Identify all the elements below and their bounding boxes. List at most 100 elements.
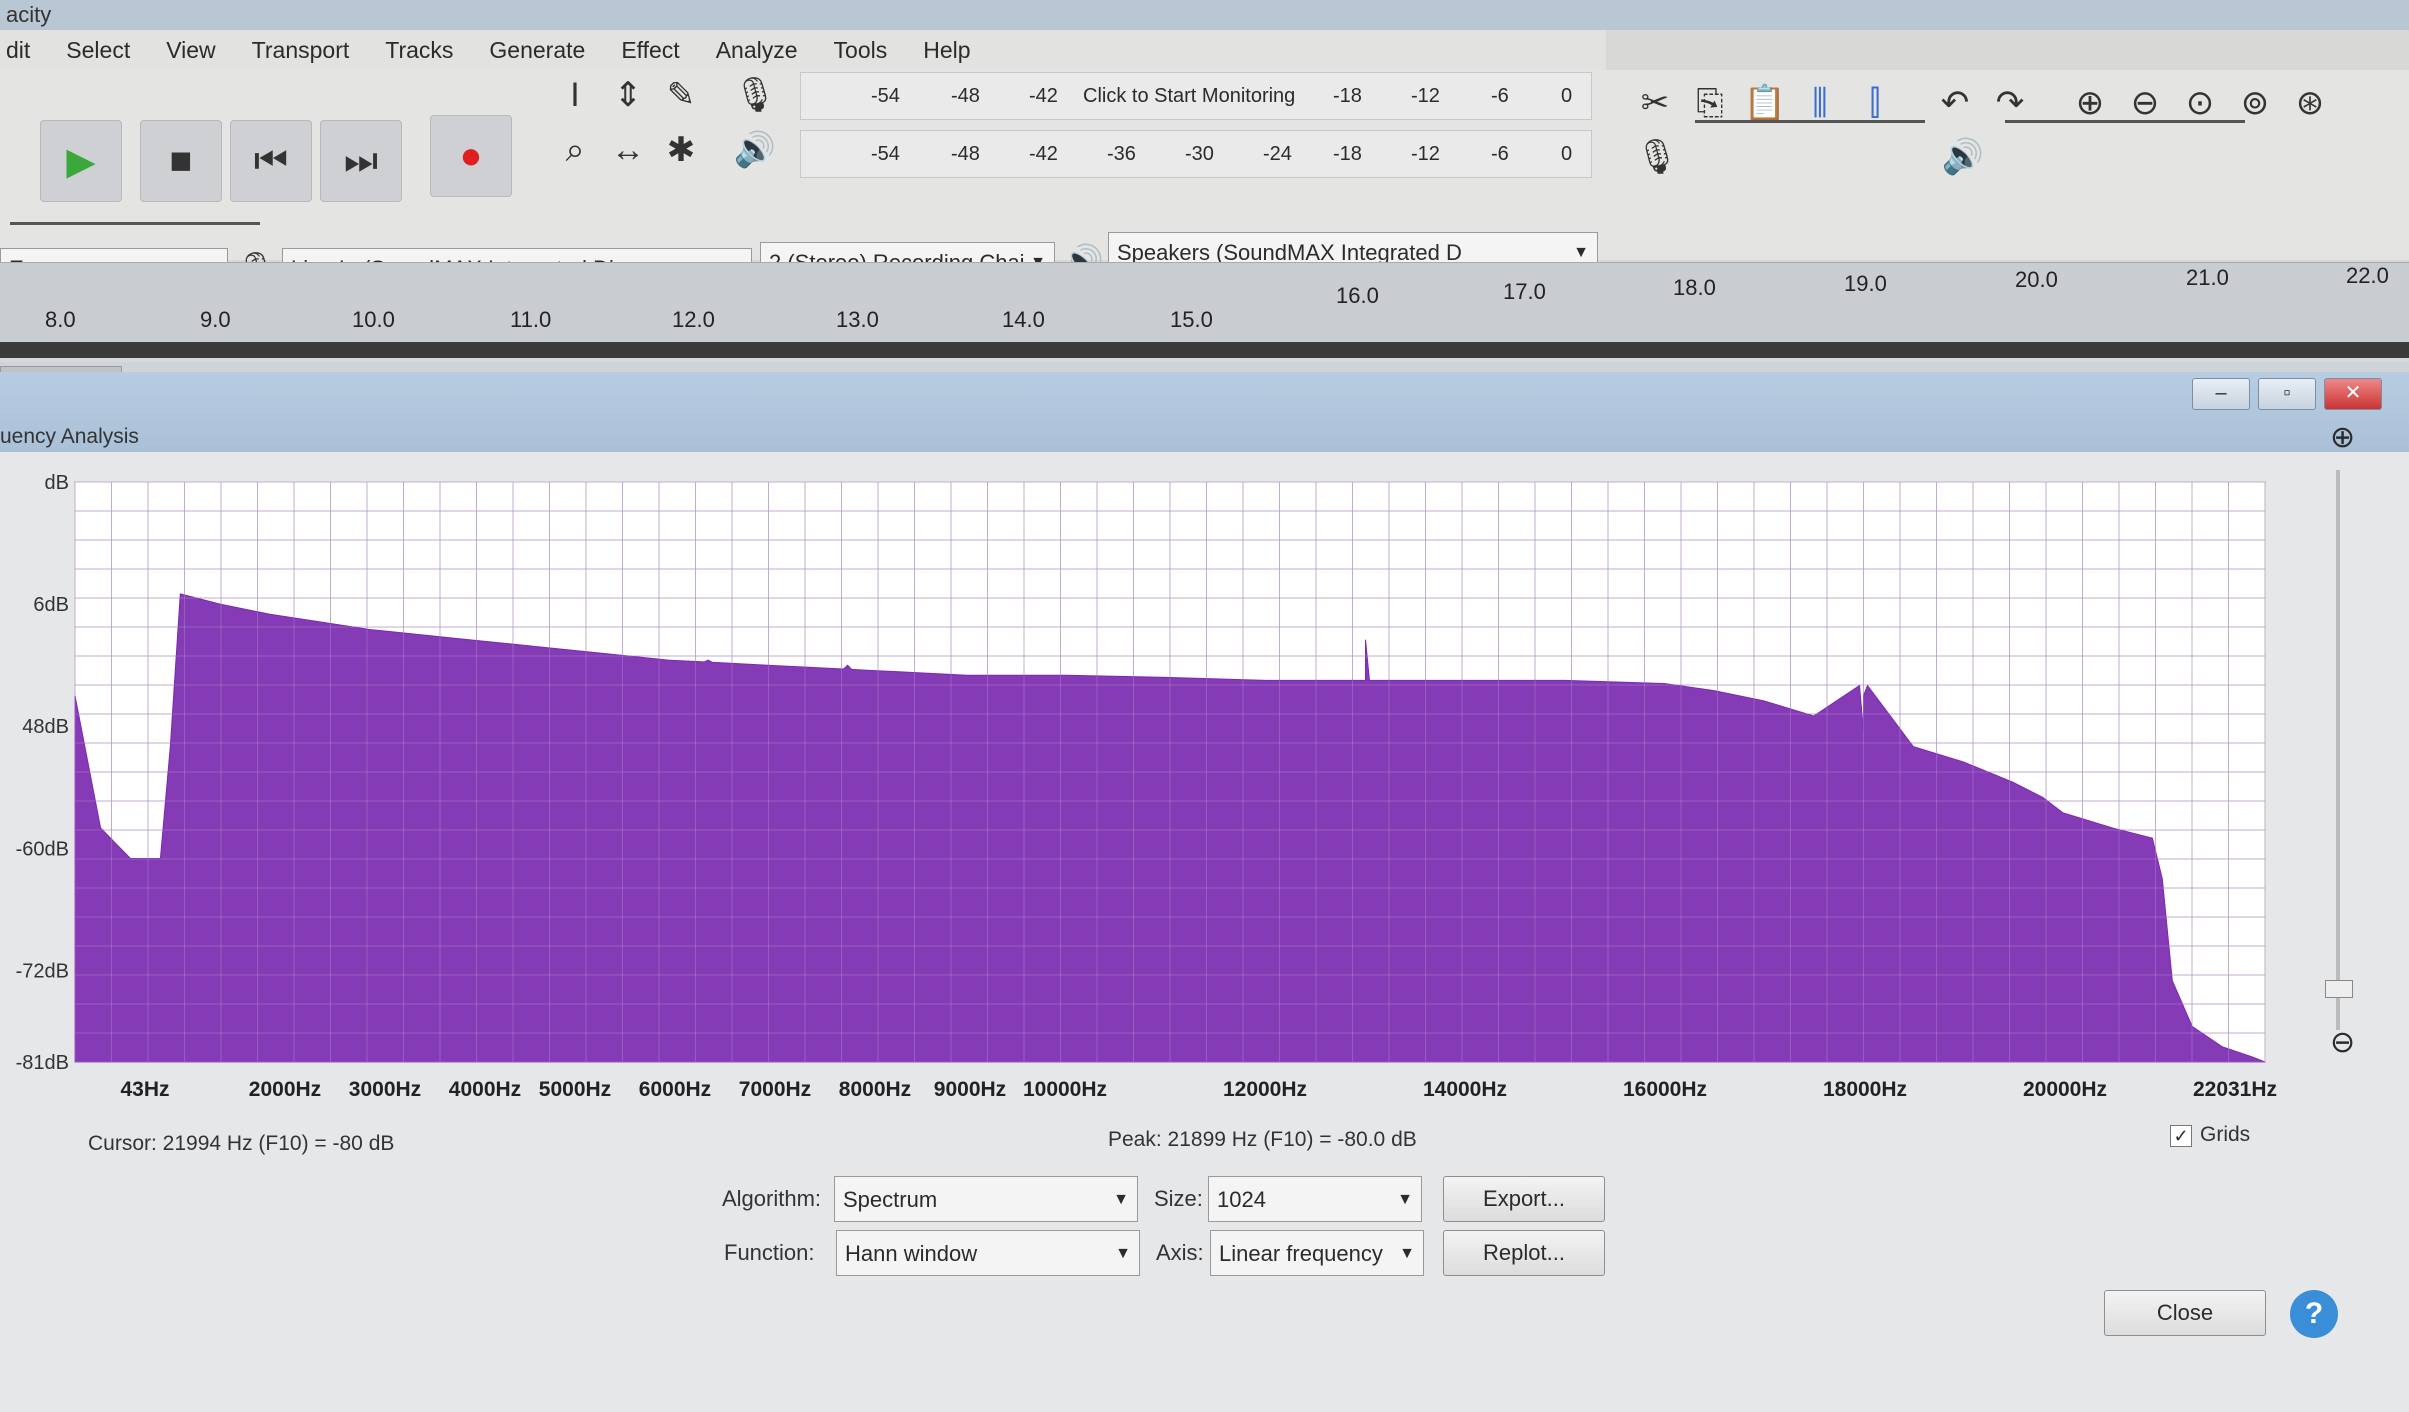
- playback-volume-speaker-icon: 🔊: [1941, 138, 1985, 176]
- close-button[interactable]: Close: [2104, 1290, 2266, 1336]
- ruler-tick: 17.0: [1503, 279, 1546, 304]
- menu-edit[interactable]: dit: [6, 30, 30, 70]
- pencil-icon: ✎: [666, 76, 696, 114]
- x-tick-label: 6000Hz: [639, 1078, 711, 1100]
- menu-analyze[interactable]: Analyze: [716, 30, 798, 70]
- record-button[interactable]: ●: [430, 115, 512, 197]
- play-button[interactable]: ▶: [40, 120, 122, 202]
- menu-effect[interactable]: Effect: [621, 30, 679, 70]
- replot-button[interactable]: Replot...: [1443, 1230, 1605, 1276]
- export-button[interactable]: Export...: [1443, 1176, 1605, 1222]
- microphone-icon[interactable]: 🎙: [730, 70, 780, 120]
- meter-tick: -12: [1411, 143, 1440, 165]
- stop-button[interactable]: ■: [140, 120, 222, 202]
- speaker-icon[interactable]: 🔊: [730, 125, 780, 175]
- playback-meter[interactable]: -54 -48 -42 -36 -30 -24 -18 -12 -6 0: [800, 130, 1592, 178]
- y-tick-label: dB: [45, 472, 69, 494]
- cut-icon[interactable]: ✂: [1630, 78, 1680, 128]
- ruler-tick: 16.0: [1336, 283, 1379, 308]
- x-tick-label: 12000Hz: [1223, 1078, 1307, 1100]
- zoom-toggle-icon[interactable]: ⊛: [2285, 78, 2335, 128]
- x-tick-label: 43Hz: [120, 1078, 169, 1100]
- grids-checkbox[interactable]: ✓: [2170, 1125, 2192, 1147]
- algorithm-select[interactable]: Spectrum ▼: [834, 1176, 1138, 1222]
- zoom-out-icon[interactable]: ⊖: [2330, 1025, 2355, 1060]
- grids-label: Grids: [2200, 1123, 2251, 1146]
- meter-tick: -24: [1263, 143, 1292, 165]
- playback-volume-slider[interactable]: [2005, 120, 2245, 123]
- skip-start-button[interactable]: ⏮: [230, 120, 312, 202]
- x-tick-label: 5000Hz: [539, 1078, 611, 1100]
- meter-tick: -6: [1491, 143, 1509, 165]
- envelope-tool[interactable]: ⇕: [603, 70, 653, 120]
- stop-icon: ■: [169, 139, 193, 182]
- ruler-tick: 15.0: [1170, 307, 1213, 332]
- zoom-tool[interactable]: ⌕: [550, 125, 600, 175]
- size-label: Size:: [1154, 1186, 1203, 1211]
- x-tick-label: 10000Hz: [1023, 1078, 1107, 1100]
- meter-tick: 0: [1561, 143, 1573, 165]
- timeshift-tool[interactable]: ↔: [603, 125, 653, 175]
- meter-tick: -54: [871, 85, 900, 107]
- menu-select[interactable]: Select: [66, 30, 130, 70]
- y-tick-label: -60dB: [16, 838, 69, 860]
- size-select[interactable]: 1024 ▼: [1208, 1176, 1422, 1222]
- multi-tool[interactable]: ✱: [656, 125, 706, 175]
- vertical-zoom-slider[interactable]: [2336, 470, 2340, 1030]
- meter-tick: -36: [1107, 143, 1136, 165]
- start-monitoring-label[interactable]: Click to Start Monitoring: [1083, 85, 1295, 108]
- selection-tool[interactable]: I: [550, 70, 600, 120]
- multi-tool-icon: ✱: [666, 131, 696, 169]
- draw-tool[interactable]: ✎: [656, 70, 706, 120]
- function-label: Function:: [724, 1240, 815, 1265]
- menu-transport[interactable]: Transport: [252, 30, 350, 70]
- undo-icon[interactable]: ↶: [1930, 78, 1980, 128]
- chevron-down-icon: ▼: [1113, 1191, 1129, 1208]
- x-tick-label: 4000Hz: [449, 1078, 521, 1100]
- x-tick-label: 18000Hz: [1823, 1078, 1907, 1100]
- x-tick-label: 16000Hz: [1623, 1078, 1707, 1100]
- x-tick-label: 7000Hz: [739, 1078, 811, 1100]
- timeshift-icon: ↔: [611, 130, 645, 169]
- track-scrollbar[interactable]: [0, 342, 2409, 358]
- timeline-ruler[interactable]: 8.0 9.0 10.0 11.0 12.0 13.0 14.0 15.0 16…: [0, 262, 2409, 343]
- ruler-tick: 9.0: [200, 307, 231, 332]
- skip-end-button[interactable]: ⏭: [320, 120, 402, 202]
- window-title: acity: [0, 0, 2409, 30]
- vertical-zoom-thumb[interactable]: [2325, 980, 2353, 998]
- zoom-in-icon[interactable]: ⊕: [2330, 420, 2355, 455]
- y-tick-label: 6dB: [33, 594, 69, 616]
- toolbar-area: ▶ ■ ⏮ ⏭ ● I ⇕ ✎ ⌕ ↔ ✱ 🎙 🔊 -54 -48 -42 Cl…: [0, 70, 2409, 289]
- record-icon: ●: [459, 134, 483, 177]
- ruler-tick: 21.0: [2186, 265, 2229, 290]
- skip-start-icon: ⏮: [253, 139, 289, 182]
- maximize-icon: ▫: [2283, 382, 2291, 404]
- minimize-button[interactable]: –: [2192, 378, 2250, 410]
- chevron-down-icon: ▼: [1115, 1245, 1131, 1262]
- playback-speed-slider[interactable]: [10, 222, 260, 225]
- ruler-tick: 8.0: [45, 307, 76, 332]
- menu-tracks[interactable]: Tracks: [385, 30, 453, 70]
- function-select[interactable]: Hann window ▼: [836, 1230, 1140, 1276]
- menu-tools[interactable]: Tools: [834, 30, 888, 70]
- size-value: 1024: [1217, 1187, 1266, 1212]
- ruler-tick: 19.0: [1844, 271, 1887, 296]
- menu-help[interactable]: Help: [923, 30, 970, 70]
- spectrum-plot[interactable]: dB 6dB 48dB -60dB -72dB -81dB 43Hz 2000Hz 3000Hz…: [0, 440, 2290, 1100]
- menu-view[interactable]: View: [166, 30, 215, 70]
- maximize-button[interactable]: ▫: [2258, 378, 2316, 410]
- axis-value: Linear frequency: [1219, 1241, 1383, 1266]
- envelope-icon: ⇕: [613, 76, 643, 114]
- ruler-tick: 13.0: [836, 307, 879, 332]
- help-button[interactable]: ?: [2290, 1290, 2338, 1338]
- meter-tick: -12: [1411, 85, 1440, 107]
- menu-generate[interactable]: Generate: [489, 30, 585, 70]
- y-tick-label: -81dB: [16, 1052, 69, 1074]
- record-volume-mic-icon: 🎙: [1635, 138, 1679, 176]
- record-volume-slider[interactable]: [1695, 120, 1925, 123]
- record-meter[interactable]: -54 -48 -42 Click to Start Monitoring -1…: [800, 72, 1592, 120]
- x-tick-label: 8000Hz: [839, 1078, 911, 1100]
- x-tick-label: 2000Hz: [249, 1078, 321, 1100]
- window-close-button[interactable]: ✕: [2324, 378, 2382, 410]
- axis-select[interactable]: Linear frequency ▼: [1210, 1230, 1424, 1276]
